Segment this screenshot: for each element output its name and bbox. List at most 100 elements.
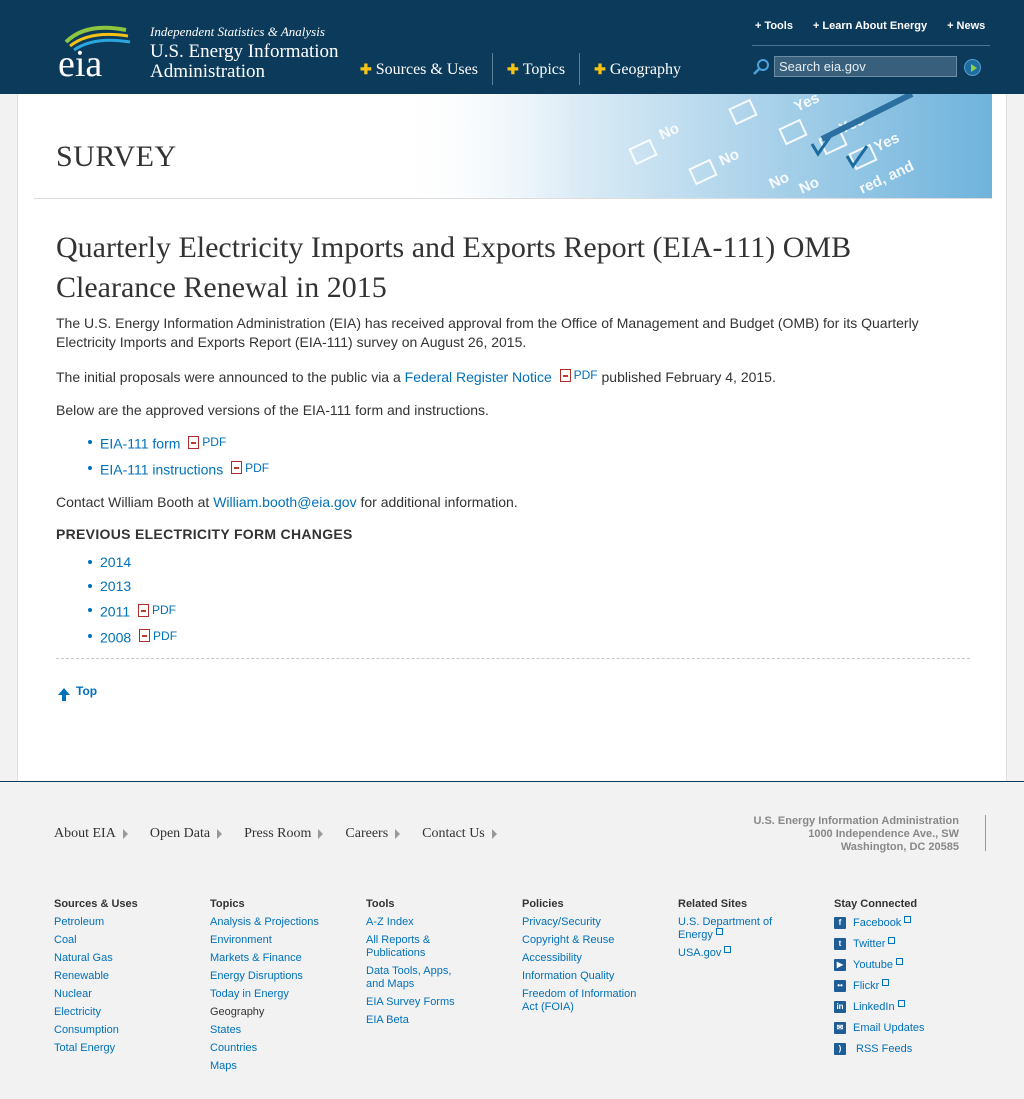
eia-logo[interactable]: eia xyxy=(56,20,136,80)
list-item: 2008 PDF xyxy=(56,624,970,650)
footer-link-environment[interactable]: Environment xyxy=(210,934,330,947)
nav-divider xyxy=(579,53,581,85)
plus-icon: ✚ xyxy=(594,61,606,77)
footer-nav-open-data[interactable]: Open Data xyxy=(150,826,222,842)
footer-link-today-in-energy[interactable]: Today in Energy xyxy=(210,988,330,1001)
footer-link-total-energy[interactable]: Total Energy xyxy=(54,1042,174,1055)
article: Quarterly Electricity Imports and Export… xyxy=(56,228,970,661)
footer-link-doe[interactable]: U.S. Department of Energy xyxy=(678,916,783,942)
email-updates-link[interactable]: ✉ Email Updates xyxy=(834,1021,990,1034)
year-link-2011[interactable]: 2011 xyxy=(100,604,130,620)
approved-versions-paragraph: Below are the approved versions of the E… xyxy=(56,402,489,418)
footer-link-states[interactable]: States xyxy=(210,1024,330,1037)
footer-link-survey-forms[interactable]: EIA Survey Forms xyxy=(366,996,486,1009)
year-2008-pdf-link[interactable]: PDF xyxy=(139,624,177,648)
footer-link-disruptions[interactable]: Energy Disruptions xyxy=(210,970,330,983)
year-2011-pdf-link[interactable]: PDF xyxy=(138,598,176,622)
footer-nav: About EIA Open Data Press Room Careers C… xyxy=(54,826,497,842)
footer-link-info-quality[interactable]: Information Quality xyxy=(522,970,642,983)
footer-link-eia-beta[interactable]: EIA Beta xyxy=(366,1014,486,1027)
footer-link-copyright[interactable]: Copyright & Reuse xyxy=(522,934,642,947)
link-label: U.S. Department of Energy xyxy=(678,916,773,941)
footer-link-nuclear[interactable]: Nuclear xyxy=(54,988,174,1001)
pdf-icon xyxy=(231,461,243,474)
footer-link-electricity[interactable]: Electricity xyxy=(54,1006,174,1019)
footer-link-markets[interactable]: Markets & Finance xyxy=(210,952,330,965)
federal-register-link[interactable]: Federal Register Notice xyxy=(405,369,552,385)
footer-link-analysis[interactable]: Analysis & Projections xyxy=(210,916,330,929)
pdf-label: PDF xyxy=(152,603,176,617)
footer-nav-contact-us[interactable]: Contact Us xyxy=(422,826,497,842)
footer-link-natural-gas[interactable]: Natural Gas xyxy=(54,952,174,965)
footer-col-connected: Stay Connected f Facebook t Twitter ▶ Youtu… xyxy=(834,898,990,1078)
footer-link-az-index[interactable]: A-Z Index xyxy=(366,916,446,929)
twitter-icon: t xyxy=(834,937,846,950)
footer-col-related: Related Sites U.S. Department of Energy … xyxy=(678,898,834,1078)
external-link-icon xyxy=(897,1000,905,1007)
util-news[interactable]: + News xyxy=(947,20,985,32)
eia-111-instructions-pdf-link[interactable]: PDF xyxy=(231,456,269,480)
footer-link-usa-gov[interactable]: USA.gov xyxy=(678,946,798,960)
footer-link-foia[interactable]: Freedom of Information Act (FOIA) xyxy=(522,988,642,1014)
footer-columns: Sources & Uses Petroleum Coal Natural Ga… xyxy=(54,898,990,1078)
year-link-2013[interactable]: 2013 xyxy=(100,578,131,594)
youtube-link[interactable]: ▶ Youtube xyxy=(834,958,990,971)
federal-register-pdf-link[interactable]: PDF xyxy=(559,366,598,385)
logo-text: eia xyxy=(58,43,102,80)
util-learn-about-energy[interactable]: + Learn About Energy xyxy=(813,20,927,32)
linkedin-link[interactable]: in LinkedIn xyxy=(834,1000,990,1013)
eia-111-instructions-link[interactable]: EIA-111 instructions xyxy=(100,461,223,477)
footer-link-privacy[interactable]: Privacy/Security xyxy=(522,916,642,929)
footer-link-coal[interactable]: Coal xyxy=(54,934,174,947)
eia-111-form-link[interactable]: EIA-111 form xyxy=(100,436,180,452)
footer-link-petroleum[interactable]: Petroleum xyxy=(54,916,174,929)
footer-link-all-reports[interactable]: All Reports & Publications xyxy=(366,934,446,960)
org-name[interactable]: U.S. Energy Information Administration xyxy=(150,42,350,82)
nav-divider xyxy=(491,53,493,85)
footer-link-renewable[interactable]: Renewable xyxy=(54,970,174,983)
link-label: USA.gov xyxy=(678,947,722,959)
twitter-link[interactable]: t Twitter xyxy=(834,937,990,950)
footer-col-topics: Topics Analysis & Projections Environmen… xyxy=(210,898,366,1078)
site-footer: About EIA Open Data Press Room Careers C… xyxy=(0,781,1024,1099)
eia-111-form-pdf-link[interactable]: PDF xyxy=(188,430,226,454)
page-title: Quarterly Electricity Imports and Export… xyxy=(56,231,852,304)
footer-nav-press-room[interactable]: Press Room xyxy=(244,826,323,842)
nav-topics[interactable]: ✚ Topics xyxy=(507,53,579,85)
approval-paragraph: The U.S. Energy Information Administrati… xyxy=(56,315,919,350)
footer-nav-about-eia[interactable]: About EIA xyxy=(54,826,128,842)
facebook-link[interactable]: f Facebook xyxy=(834,916,990,929)
previous-changes-heading: PREVIOUS ELECTRICITY FORM CHANGES xyxy=(56,526,353,542)
link-label: LinkedIn xyxy=(853,1000,895,1013)
nav-sources-uses[interactable]: ✚ Sources & Uses xyxy=(360,53,492,85)
footer-link-countries[interactable]: Countries xyxy=(210,1042,330,1055)
external-link-icon xyxy=(888,937,896,944)
year-link-2014[interactable]: 2014 xyxy=(100,554,131,570)
year-link-2008[interactable]: 2008 xyxy=(100,629,131,645)
back-to-top-link[interactable]: Top xyxy=(58,684,97,701)
pdf-icon xyxy=(138,603,149,617)
search-icon xyxy=(753,59,769,75)
external-link-icon xyxy=(724,946,732,953)
footer-link-consumption[interactable]: Consumption xyxy=(54,1024,174,1037)
footer-nav-careers[interactable]: Careers xyxy=(345,826,400,842)
rss-feeds-link[interactable]: ) RSS Feeds xyxy=(834,1042,990,1055)
link-label: Email Updates xyxy=(853,1021,925,1034)
nav-label: Topics xyxy=(522,61,566,78)
page-banner: No Yes No Yes No No Yes red, and SURVEY xyxy=(34,94,992,199)
announcement-text: The initial proposals were announced to … xyxy=(56,369,401,385)
main-nav: ✚ Sources & Uses ✚ Topics ✚ Geography xyxy=(360,53,695,85)
address-line: Washington, DC 20585 xyxy=(840,841,959,853)
form-links-list: EIA-111 form PDF EIA-111 instructions PD… xyxy=(56,430,970,481)
footer-link-maps[interactable]: Maps xyxy=(210,1060,330,1073)
util-tools[interactable]: + Tools xyxy=(755,20,793,32)
footer-link-accessibility[interactable]: Accessibility xyxy=(522,952,642,965)
pdf-label: PDF xyxy=(202,435,227,449)
nav-geography[interactable]: ✚ Geography xyxy=(594,53,695,85)
search-input[interactable] xyxy=(774,56,957,77)
footer-col-heading: Policies xyxy=(522,898,564,910)
footer-link-data-tools[interactable]: Data Tools, Apps, and Maps xyxy=(366,965,456,991)
contact-email-link[interactable]: William.booth@eia.gov xyxy=(213,494,356,510)
flickr-link[interactable]: •• Flickr xyxy=(834,979,990,992)
search-submit-button[interactable] xyxy=(964,59,981,76)
